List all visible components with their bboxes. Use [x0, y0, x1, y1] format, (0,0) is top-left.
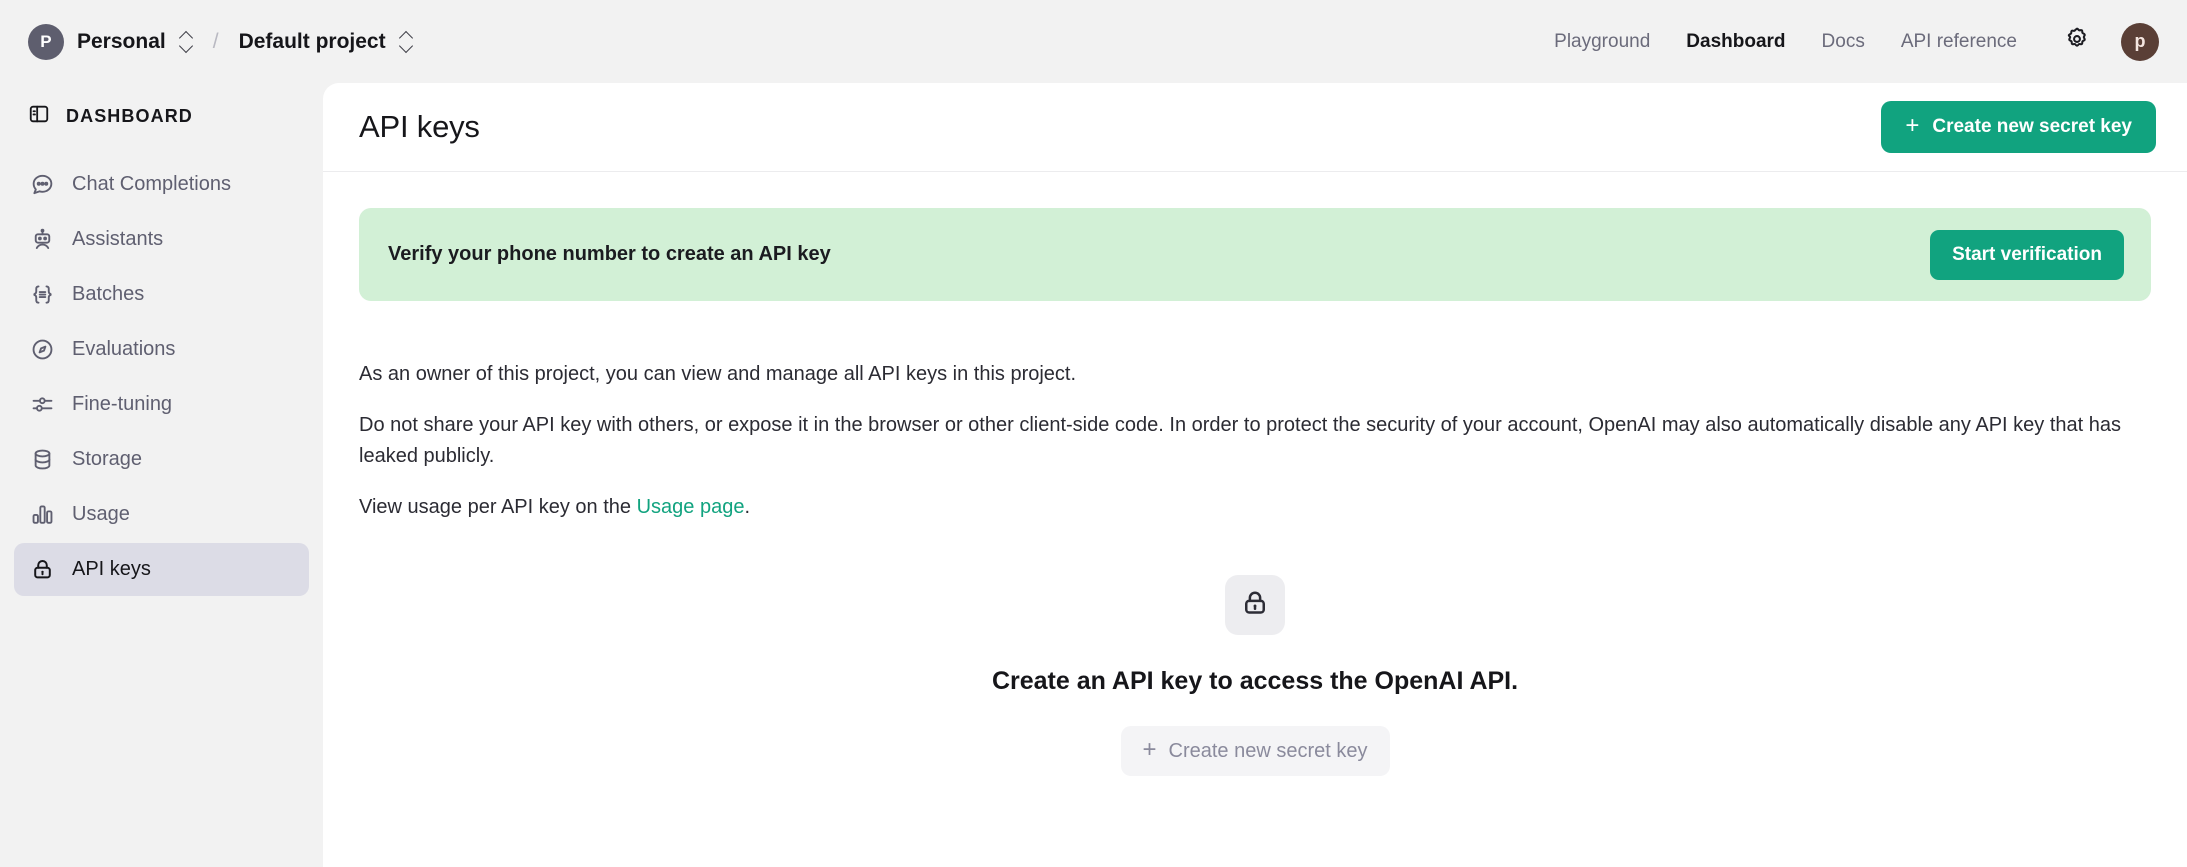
- plus-icon: +: [1142, 736, 1157, 763]
- sidebar-item-label: Usage: [72, 503, 130, 525]
- sidebar-nav: Chat Completions Assistants Batches Eval…: [14, 158, 309, 596]
- page-body: DASHBOARD Chat Completions Assistants Ba…: [0, 83, 2187, 867]
- bar-chart-icon: [29, 502, 56, 527]
- sidebar-item-storage[interactable]: Storage: [14, 433, 309, 486]
- sidebar-item-label: Storage: [72, 448, 143, 470]
- user-avatar[interactable]: p: [2121, 22, 2159, 61]
- sidebar-item-evaluations[interactable]: Evaluations: [14, 323, 309, 376]
- sidebar-item-usage[interactable]: Usage: [14, 488, 309, 541]
- sidebar-item-api-keys[interactable]: API keys: [14, 543, 309, 596]
- lock-icon: [1240, 588, 1270, 623]
- top-nav: Playground Dashboard Docs API reference …: [1536, 20, 2159, 64]
- org-avatar: P: [28, 23, 64, 60]
- nav-docs[interactable]: Docs: [1804, 22, 1883, 62]
- sidebar-item-label: Chat Completions: [72, 173, 231, 195]
- description-paragraph-2: Do not share your API key with others, o…: [359, 414, 2122, 467]
- org-name: Personal: [77, 29, 166, 53]
- sliders-icon: [29, 392, 56, 417]
- sidebar-item-label: Evaluations: [72, 338, 176, 360]
- plus-icon: +: [1905, 112, 1920, 139]
- banner-message: Verify your phone number to create an AP…: [388, 243, 831, 265]
- start-verification-button[interactable]: Start verification: [1930, 229, 2124, 280]
- usage-line-suffix: .: [744, 496, 751, 518]
- nav-dashboard[interactable]: Dashboard: [1668, 22, 1803, 62]
- empty-state-create-key-label: Create new secret key: [1168, 739, 1368, 762]
- app-root: P Personal / Default project Playground …: [0, 0, 2187, 867]
- project-switcher[interactable]: Default project: [229, 24, 423, 60]
- project-name: Default project: [238, 29, 386, 53]
- top-bar: P Personal / Default project Playground …: [0, 0, 2187, 83]
- main-header: API keys + Create new secret key: [323, 83, 2187, 172]
- chevron-up-down-icon: [179, 31, 193, 53]
- description-paragraph-3: View usage per API key on the Usage page…: [359, 492, 2151, 523]
- description-paragraph-1: As an owner of this project, you can vie…: [359, 363, 1077, 385]
- sidebar-item-fine-tuning[interactable]: Fine-tuning: [14, 378, 309, 431]
- usage-page-link[interactable]: Usage page: [637, 496, 745, 518]
- sidebar-header-label: DASHBOARD: [66, 106, 193, 126]
- empty-state: Create an API key to access the OpenAI A…: [359, 575, 2151, 776]
- sidebar-item-chat-completions[interactable]: Chat Completions: [14, 158, 309, 211]
- phone-verification-banner: Verify your phone number to create an AP…: [359, 208, 2151, 301]
- usage-line-prefix: View usage per API key on the: [359, 496, 637, 518]
- description-block: As an owner of this project, you can vie…: [359, 359, 2151, 523]
- empty-state-icon-tile: [1225, 575, 1285, 635]
- sidebar-item-label: Batches: [72, 283, 145, 305]
- compass-icon: [29, 337, 56, 362]
- page-title: API keys: [359, 109, 480, 144]
- robot-icon: [29, 227, 56, 252]
- settings-button[interactable]: [2055, 20, 2099, 64]
- breadcrumb: P Personal / Default project: [22, 18, 423, 66]
- nav-playground[interactable]: Playground: [1536, 22, 1668, 62]
- sidebar-item-assistants[interactable]: Assistants: [14, 213, 309, 266]
- sidebar-item-label: Assistants: [72, 228, 164, 250]
- main-content-card: API keys + Create new secret key Verify …: [323, 83, 2187, 867]
- org-switcher[interactable]: P Personal: [22, 18, 203, 66]
- create-new-secret-key-button[interactable]: + Create new secret key: [1881, 101, 2156, 153]
- breadcrumb-separator: /: [212, 29, 219, 53]
- sidebar-header[interactable]: DASHBOARD: [14, 83, 309, 148]
- database-icon: [29, 447, 56, 472]
- empty-state-create-key-button[interactable]: + Create new secret key: [1120, 726, 1390, 776]
- sidebar: DASHBOARD Chat Completions Assistants Ba…: [0, 83, 323, 867]
- create-new-secret-key-label: Create new secret key: [1932, 116, 2132, 137]
- sidebar-item-batches[interactable]: Batches: [14, 268, 309, 321]
- chat-bubble-icon: [29, 172, 56, 197]
- nav-api-reference[interactable]: API reference: [1883, 22, 2035, 62]
- sidebar-item-label: API keys: [72, 558, 151, 580]
- main-scroll-area: Verify your phone number to create an AP…: [323, 172, 2187, 867]
- gear-icon: [2064, 26, 2090, 57]
- panel-layout-icon: [28, 103, 50, 130]
- lock-icon: [29, 557, 56, 582]
- braces-list-icon: [29, 282, 56, 307]
- empty-state-title: Create an API key to access the OpenAI A…: [991, 667, 1519, 695]
- chevron-up-down-icon: [399, 31, 413, 53]
- sidebar-item-label: Fine-tuning: [72, 393, 173, 415]
